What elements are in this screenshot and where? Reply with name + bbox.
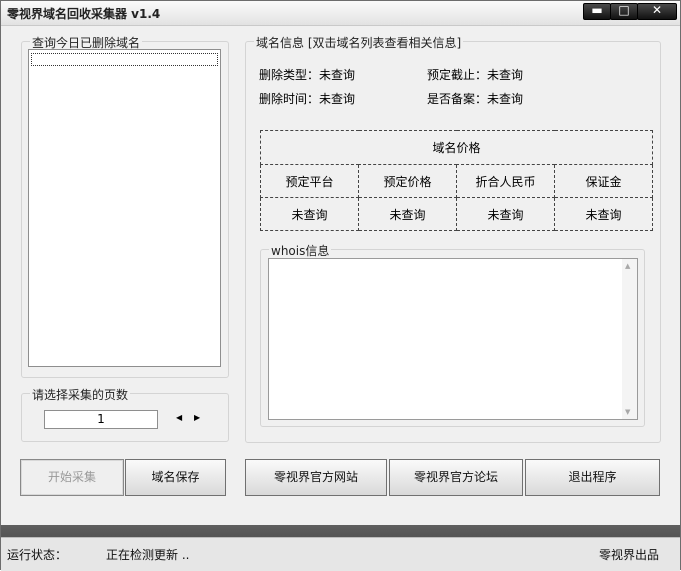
price-table: 域名价格 预定平台 预定价格 折合人民币 保证金 未查询 未查询 未查询 未查询 — [260, 130, 653, 231]
domain-info-legend: 域名信息 [双击域名列表查看相关信息] — [254, 34, 464, 51]
status-bar: 运行状态： 正在检测更新 .. 零视界出品 — [1, 525, 680, 571]
whois-textarea[interactable]: ▲ ▼ — [268, 258, 638, 420]
status-panel: 运行状态： 正在检测更新 .. 零视界出品 — [1, 537, 680, 571]
start-collect-button[interactable]: 开始采集 — [20, 459, 124, 496]
status-text: 正在检测更新 .. — [106, 548, 190, 562]
reserve-deadline-label: 预定截止： — [427, 68, 488, 82]
icp-label: 是否备案： — [427, 92, 488, 106]
exit-button[interactable]: 退出程序 — [525, 459, 660, 496]
app-window: 零视界域名回收采集器 v1.4 ▬ □ ✕ 查询今日已删除域名 请选择采集的页数… — [0, 0, 681, 571]
price-header-deposit: 保证金 — [554, 164, 653, 198]
minimize-button[interactable]: ▬ — [583, 3, 611, 20]
page-count-input[interactable]: 1 — [44, 410, 158, 429]
delete-time-value: 未查询 — [319, 92, 356, 106]
whois-scrollbar[interactable]: ▲ ▼ — [622, 259, 637, 419]
price-table-title: 域名价格 — [260, 130, 653, 165]
delete-type-value: 未查询 — [319, 68, 356, 82]
maximize-button[interactable]: □ — [610, 3, 638, 20]
title-bar[interactable]: 零视界域名回收采集器 v1.4 ▬ □ ✕ — [1, 1, 680, 26]
maximize-icon: □ — [618, 3, 630, 17]
scroll-up-icon[interactable]: ▲ — [625, 262, 630, 270]
price-header-rmb: 折合人民币 — [456, 164, 555, 198]
price-value-platform: 未查询 — [260, 197, 359, 231]
brand-label: 零视界出品 — [599, 548, 660, 562]
scroll-down-icon[interactable]: ▼ — [625, 408, 630, 416]
save-domains-button[interactable]: 域名保存 — [125, 459, 226, 496]
official-forum-button[interactable]: 零视界官方论坛 — [389, 459, 523, 496]
price-header-platform: 预定平台 — [260, 164, 359, 198]
icp-value: 未查询 — [487, 92, 524, 106]
page-count-spinner[interactable]: ◀ ▶ — [174, 412, 204, 426]
close-icon: ✕ — [651, 3, 663, 17]
minimize-icon: ▬ — [591, 3, 603, 17]
reserve-deadline-value: 未查询 — [487, 68, 524, 82]
price-header-price: 预定价格 — [358, 164, 457, 198]
delete-time-label: 删除时间： — [259, 92, 320, 106]
window-title: 零视界域名回收采集器 v1.4 — [7, 7, 161, 21]
official-site-button[interactable]: 零视界官方网站 — [245, 459, 387, 496]
page-count-legend: 请选择采集的页数 — [30, 386, 131, 403]
close-button[interactable]: ✕ — [637, 3, 677, 20]
deleted-domains-list[interactable] — [28, 49, 221, 367]
spin-right-icon[interactable]: ▶ — [194, 413, 200, 422]
price-value-rmb: 未查询 — [456, 197, 555, 231]
status-label: 运行状态： — [7, 548, 68, 562]
price-value-price: 未查询 — [358, 197, 457, 231]
delete-type-label: 删除类型： — [259, 68, 320, 82]
spin-left-icon[interactable]: ◀ — [176, 413, 182, 422]
price-value-deposit: 未查询 — [554, 197, 653, 231]
list-focus-row[interactable] — [31, 53, 218, 66]
whois-legend: whois信息 — [269, 242, 332, 259]
